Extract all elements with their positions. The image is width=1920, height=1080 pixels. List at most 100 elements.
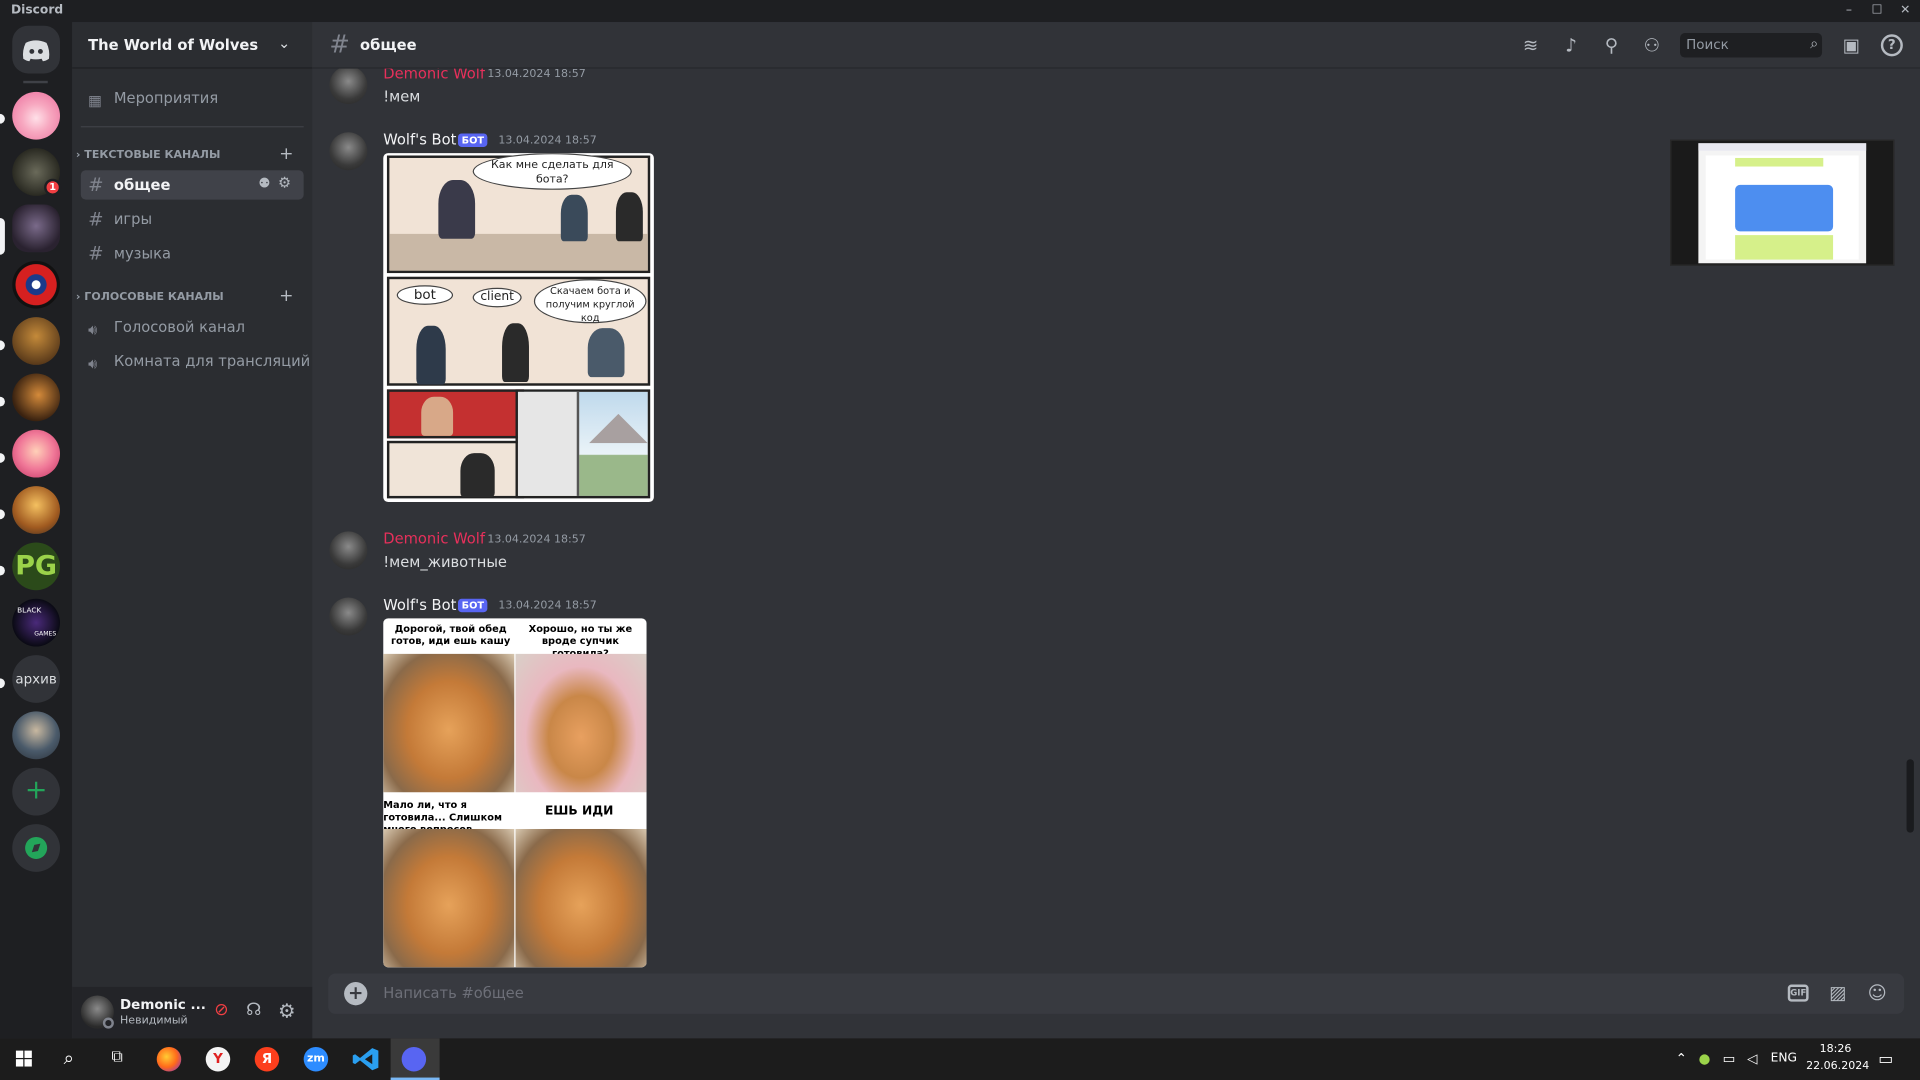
message-author[interactable]: Demonic Wolf [383,69,485,82]
scrollbar[interactable] [1906,759,1914,833]
avatar[interactable] [329,531,368,570]
voice-category[interactable]: › ГОЛОСОВЫЕ КАНАЛЫ [76,291,224,303]
network-icon[interactable]: ▭ [1720,1051,1737,1067]
speech-bubble: bot [396,285,454,305]
search-box[interactable]: ⌕ [1680,33,1823,58]
message-author[interactable]: Wolf's Bot [383,596,456,613]
server-pg[interactable]: PG [12,542,61,591]
user-settings-gear-icon[interactable]: ⚙ [278,999,296,1022]
server-black-games[interactable]: BLACK GAMES [12,598,61,647]
events-item[interactable]: ▦ Мероприятия [81,83,304,112]
message-timestamp: 13.04.2024 18:57 [498,600,597,613]
preview-block [1735,235,1834,260]
create-text-channel-button[interactable]: + [279,144,293,164]
firefox-app[interactable] [146,1038,195,1080]
help-icon[interactable]: ? [1880,34,1903,57]
tray-expand-icon[interactable]: ⌃ [1673,1051,1690,1067]
server-world-of-wolves[interactable] [12,204,61,253]
threads-icon[interactable]: ≋ [1520,34,1542,56]
server-knight[interactable] [12,711,61,760]
guild-header[interactable]: The World of Wolves ⌄ [72,22,313,69]
invite-icon[interactable]: ⚉ [258,175,270,191]
message-author[interactable]: Wolf's Bot [383,131,456,148]
minimize-button[interactable]: – [1840,2,1857,19]
emoji-icon[interactable]: ☺ [1864,981,1891,1007]
compass-icon [25,836,48,859]
discord-app[interactable] [390,1038,440,1080]
cat-meme-image[interactable]: Дорогой, твой обед готов, иди ешь кашу Х… [383,618,647,968]
yandex-app[interactable]: Я [244,1038,293,1080]
yandex-browser-app[interactable]: Y [195,1038,244,1080]
create-voice-channel-button[interactable]: + [279,287,293,307]
search-taskbar-button[interactable]: ⌕ [49,1038,98,1080]
comic-panel [386,440,525,499]
add-server-button[interactable]: + [12,767,61,816]
server-anime-girl[interactable] [12,91,61,140]
employee-figure [587,328,625,378]
hash-icon: # [329,29,350,59]
avatar[interactable] [329,597,368,636]
yandex-browser-icon: Y [205,1046,231,1072]
avatar[interactable] [329,68,368,105]
task-view-icon: ⧉ [111,1048,123,1067]
server-target[interactable] [12,260,61,309]
start-button[interactable] [0,1038,49,1080]
channel-games[interactable]: # игры [81,204,304,233]
message-input[interactable] [383,984,1731,1002]
text-category[interactable]: › ТЕКСТОВЫЕ КАНАЛЫ [76,149,220,161]
voice-channel-general[interactable]: 🔊︎ Голосовой канал [81,312,304,341]
message-author[interactable]: Demonic Wolf [383,530,485,547]
cat-photo [515,828,647,968]
notifications-icon[interactable]: ▭ [1877,1051,1894,1069]
attach-plus-icon[interactable]: + [344,982,368,1006]
server-dragon[interactable] [12,373,61,422]
voice-channel-stream[interactable]: 🔊︎ Комната для трансляций [81,347,310,376]
comic-panel: bot client Скачаем бота и получим кругло… [386,276,651,386]
firefox-icon [156,1046,182,1072]
zoom-app[interactable]: zm [293,1038,342,1080]
sticker-icon[interactable]: ▨ [1825,981,1852,1007]
bell-icon[interactable]: ♪ [1560,34,1582,56]
events-label: Мероприятия [113,89,219,107]
inbox-icon[interactable]: ▣ [1840,34,1862,56]
speech-bubble: client [472,287,522,308]
mention-badge: 1 [44,178,62,196]
home-button[interactable] [12,25,61,74]
vscode-app[interactable] [342,1038,391,1080]
channel-music[interactable]: # музыка [81,239,304,268]
speech-bubble: Как мне сделать для бота? [472,153,632,190]
table [389,233,648,271]
divider [80,126,304,128]
avatar[interactable] [329,132,368,171]
search-input[interactable] [1686,36,1797,53]
server-warrior[interactable] [12,317,61,365]
gif-button[interactable]: GIF [1787,984,1809,1002]
explore-servers-button[interactable] [12,824,61,872]
comic-image[interactable]: Как мне сделать для бота? bot client Ска… [383,153,654,503]
clock-date[interactable]: 22.06.2024 [1806,1060,1869,1072]
server-anime-pink[interactable] [12,429,61,478]
task-view-button[interactable]: ⧉ [97,1038,146,1080]
members-icon[interactable]: ⚇ [1641,34,1663,56]
gear-icon[interactable]: ⚙ [278,174,291,191]
server-fire[interactable] [12,486,61,534]
pin-icon[interactable]: ⚲ [1600,34,1622,56]
maximize-button[interactable]: ☐ [1869,2,1886,19]
unread-indicator [0,509,5,520]
unread-indicator [0,113,5,124]
clock-time[interactable]: 18:26 [1820,1043,1852,1055]
preview-block [1735,157,1824,167]
language-indicator[interactable]: ENG [1771,1052,1797,1065]
mute-mic-icon[interactable]: ⊘ [214,1000,228,1020]
headphones-icon[interactable]: ☊ [246,1000,261,1020]
preview-block [1735,184,1834,232]
close-button[interactable]: ✕ [1897,2,1914,19]
employee-figure [416,325,446,385]
server-archive[interactable]: архив [12,655,61,703]
channel-general[interactable]: # общее ⚉ ⚙ [80,170,304,200]
boss-figure [438,180,476,239]
tray-app-icon[interactable]: ● [1696,1051,1713,1067]
volume-icon[interactable]: ◁ [1744,1051,1761,1067]
stream-preview[interactable] [1670,139,1895,266]
employee-figure [615,192,643,242]
